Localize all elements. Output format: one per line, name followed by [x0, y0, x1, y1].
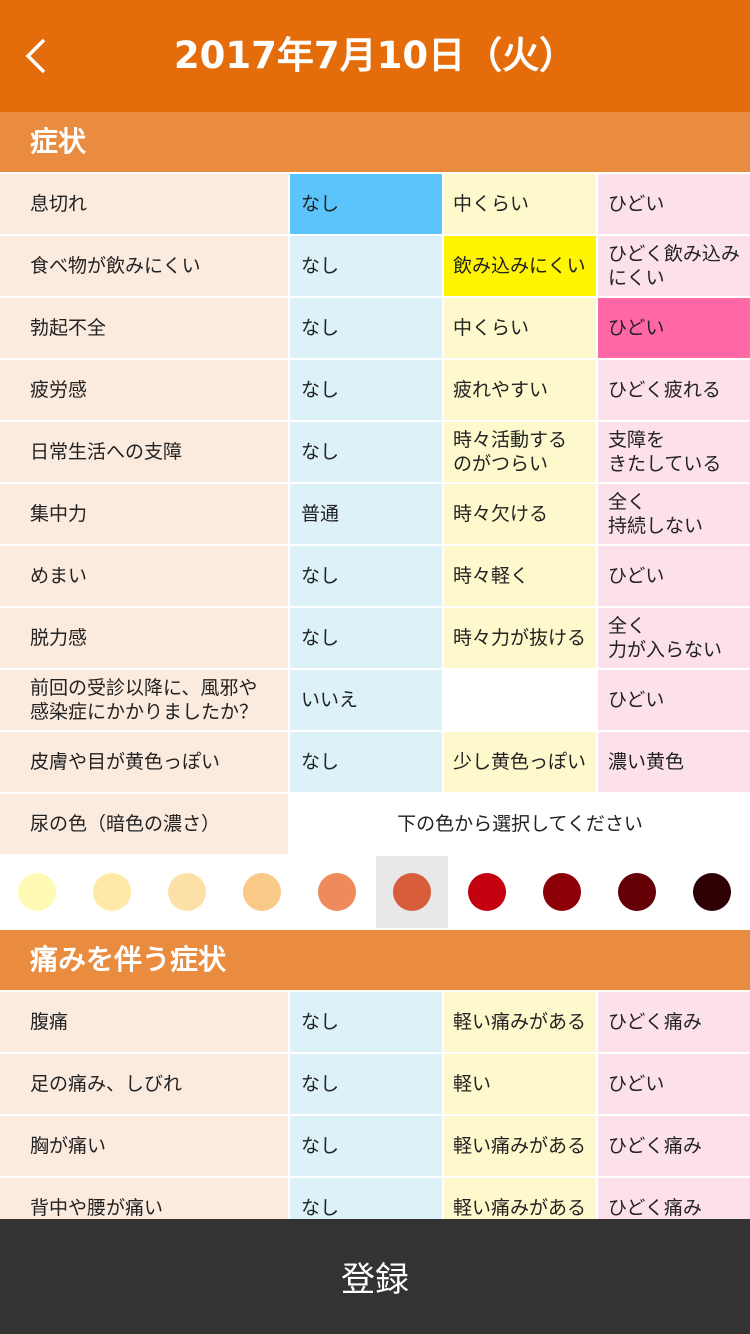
- option-severe[interactable]: ひどい: [598, 298, 750, 358]
- option-none[interactable]: なし: [290, 236, 442, 296]
- option-moderate[interactable]: 時々欠ける: [444, 484, 596, 544]
- section-pain: 痛みを伴う症状: [0, 930, 750, 990]
- option-none[interactable]: なし: [290, 422, 442, 482]
- option-none[interactable]: なし: [290, 1116, 442, 1176]
- urine-color-picker: [0, 854, 750, 930]
- option-moderate[interactable]: 時々軽く: [444, 546, 596, 606]
- table-row: 勃起不全 なし 中くらい ひどい: [0, 298, 750, 358]
- color-dot: [318, 873, 356, 911]
- color-dot: [18, 873, 56, 911]
- color-swatch[interactable]: [301, 856, 373, 928]
- color-dot: [468, 873, 506, 911]
- table-row: 集中力 普通 時々欠ける 全く 持続しない: [0, 484, 750, 544]
- option-moderate: [444, 670, 596, 730]
- option-none[interactable]: なし: [290, 992, 442, 1052]
- table-row: 前回の受診以降に、風邪や 感染症にかかりましたか？ いいえ ひどい: [0, 670, 750, 730]
- table-row-urine: 尿の色（暗色の濃さ） 下の色から選択してください: [0, 794, 750, 854]
- page-title: 2017年7月10日（火）: [173, 34, 577, 77]
- color-dot: [243, 873, 281, 911]
- option-severe[interactable]: ひどい: [598, 670, 750, 730]
- table-row: 胸が痛い なし 軽い痛みがある ひどく痛み: [0, 1116, 750, 1176]
- row-label: 脱力感: [0, 608, 288, 668]
- option-none[interactable]: いいえ: [290, 670, 442, 730]
- section-symptoms: 症状: [0, 112, 750, 172]
- color-swatch[interactable]: [76, 856, 148, 928]
- color-swatch[interactable]: [1, 856, 73, 928]
- row-label: 集中力: [0, 484, 288, 544]
- color-dot: [618, 873, 656, 911]
- option-moderate[interactable]: 中くらい: [444, 298, 596, 358]
- color-swatch[interactable]: [526, 856, 598, 928]
- option-moderate[interactable]: 時々力が抜ける: [444, 608, 596, 668]
- color-dot: [93, 873, 131, 911]
- table-row: 脱力感 なし 時々力が抜ける 全く 力が入らない: [0, 608, 750, 668]
- color-dot: [693, 873, 731, 911]
- color-swatch[interactable]: [226, 856, 298, 928]
- option-moderate[interactable]: 時々活動する のがつらい: [444, 422, 596, 482]
- row-label: 前回の受診以降に、風邪や 感染症にかかりましたか？: [0, 670, 288, 730]
- option-severe[interactable]: ひどく痛み: [598, 1116, 750, 1176]
- table-row: 食べ物が飲みにくい なし 飲み込みにくい ひどく飲み込み にくい: [0, 236, 750, 296]
- option-severe[interactable]: 支障を きたしている: [598, 422, 750, 482]
- option-none[interactable]: なし: [290, 1054, 442, 1114]
- row-label: 勃起不全: [0, 298, 288, 358]
- option-severe[interactable]: ひどい: [598, 546, 750, 606]
- option-severe[interactable]: ひどく疲れる: [598, 360, 750, 420]
- option-severe[interactable]: ひどく痛み: [598, 992, 750, 1052]
- row-label: 腹痛: [0, 992, 288, 1052]
- option-none[interactable]: なし: [290, 732, 442, 792]
- app-header: 2017年7月10日（火）: [0, 0, 750, 112]
- table-row: 皮膚や目が黄色っぽい なし 少し黄色っぽい 濃い黄色: [0, 732, 750, 792]
- color-dot: [393, 873, 431, 911]
- table-row: 息切れ なし 中くらい ひどい: [0, 174, 750, 234]
- register-button[interactable]: 登録: [0, 1219, 750, 1334]
- row-label: 疲労感: [0, 360, 288, 420]
- row-label: 食べ物が飲みにくい: [0, 236, 288, 296]
- option-severe[interactable]: ひどい: [598, 174, 750, 234]
- option-severe[interactable]: 全く 持続しない: [598, 484, 750, 544]
- table-row: 腹痛 なし 軽い痛みがある ひどく痛み: [0, 992, 750, 1052]
- row-label: 皮膚や目が黄色っぽい: [0, 732, 288, 792]
- option-moderate[interactable]: 疲れやすい: [444, 360, 596, 420]
- urine-instruction: 下の色から選択してください: [290, 794, 750, 854]
- option-moderate[interactable]: 軽い: [444, 1054, 596, 1114]
- row-label: 息切れ: [0, 174, 288, 234]
- option-none[interactable]: なし: [290, 298, 442, 358]
- option-moderate[interactable]: 少し黄色っぽい: [444, 732, 596, 792]
- color-swatch[interactable]: [151, 856, 223, 928]
- option-severe[interactable]: ひどく飲み込み にくい: [598, 236, 750, 296]
- table-row: 疲労感 なし 疲れやすい ひどく疲れる: [0, 360, 750, 420]
- color-dot: [168, 873, 206, 911]
- option-none[interactable]: なし: [290, 360, 442, 420]
- option-none[interactable]: 普通: [290, 484, 442, 544]
- option-none[interactable]: なし: [290, 174, 442, 234]
- color-swatch[interactable]: [601, 856, 673, 928]
- row-label: めまい: [0, 546, 288, 606]
- color-dot: [543, 873, 581, 911]
- option-none[interactable]: なし: [290, 608, 442, 668]
- option-moderate[interactable]: 軽い痛みがある: [444, 992, 596, 1052]
- option-severe[interactable]: 全く 力が入らない: [598, 608, 750, 668]
- option-severe[interactable]: 濃い黄色: [598, 732, 750, 792]
- option-moderate[interactable]: 中くらい: [444, 174, 596, 234]
- option-severe[interactable]: ひどい: [598, 1054, 750, 1114]
- color-swatch[interactable]: [676, 856, 748, 928]
- table-row: 日常生活への支障 なし 時々活動する のがつらい 支障を きたしている: [0, 422, 750, 482]
- table-row: 足の痛み、しびれ なし 軽い ひどい: [0, 1054, 750, 1114]
- color-swatch-selected[interactable]: [376, 856, 448, 928]
- row-label: 日常生活への支障: [0, 422, 288, 482]
- color-swatch[interactable]: [451, 856, 523, 928]
- row-label: 尿の色（暗色の濃さ）: [0, 794, 288, 854]
- row-label: 足の痛み、しびれ: [0, 1054, 288, 1114]
- option-none[interactable]: なし: [290, 546, 442, 606]
- row-label: 胸が痛い: [0, 1116, 288, 1176]
- option-moderate[interactable]: 飲み込みにくい: [444, 236, 596, 296]
- table-row: めまい なし 時々軽く ひどい: [0, 546, 750, 606]
- option-moderate[interactable]: 軽い痛みがある: [444, 1116, 596, 1176]
